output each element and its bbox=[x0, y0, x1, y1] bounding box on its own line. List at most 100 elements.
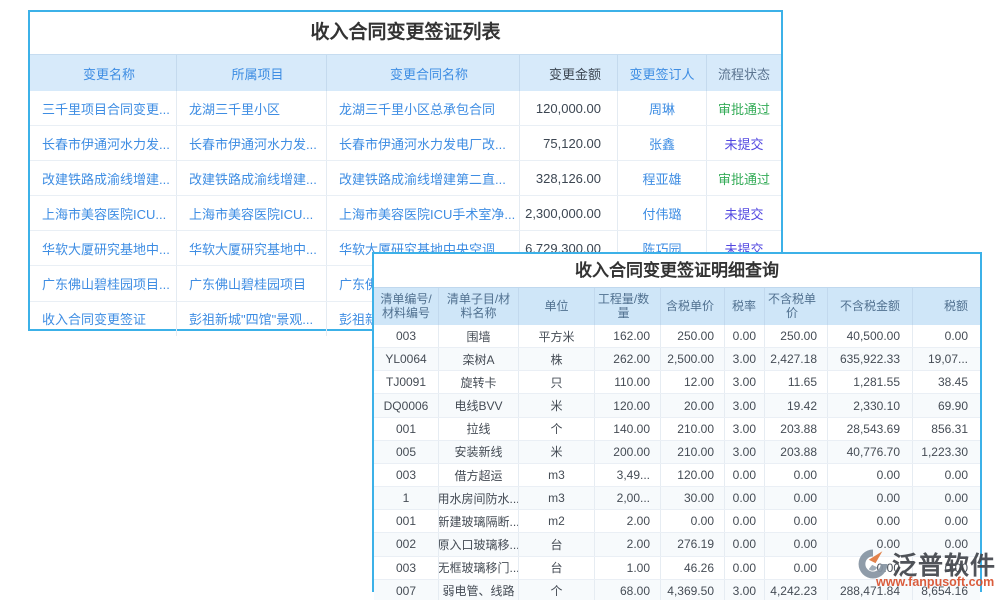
detail-table-row[interactable]: 003借方超运m33,49...120.000.000.000.000.00 bbox=[374, 463, 980, 486]
list-table-row[interactable]: 改建铁路成渝线增建...改建铁路成渝线增建...改建铁路成渝线增建第二直...3… bbox=[30, 160, 781, 195]
detail-cell: 3.00 bbox=[725, 371, 765, 393]
detail-table-row[interactable]: YL0064栾树A株262.002,500.003.002,427.18635,… bbox=[374, 347, 980, 370]
list-cell-project: 彭祖新城"四馆"景观... bbox=[177, 302, 327, 336]
detail-cell: 203.88 bbox=[765, 441, 828, 463]
detail-cell: 003 bbox=[374, 557, 439, 579]
detail-cell: 003 bbox=[374, 464, 439, 486]
detail-cell: 203.88 bbox=[765, 418, 828, 440]
detail-cell: 2.00 bbox=[595, 510, 661, 532]
list-cell-project: 龙湖三千里小区 bbox=[177, 91, 327, 125]
detail-cell: 200.00 bbox=[595, 441, 661, 463]
list-cell-contract: 上海市美容医院ICU手术室净... bbox=[327, 196, 520, 230]
detail-column-header: 不含税金额 bbox=[828, 288, 913, 325]
detail-table-row[interactable]: 005安装新线米200.00210.003.00203.8840,776.701… bbox=[374, 440, 980, 463]
detail-cell: 11.65 bbox=[765, 371, 828, 393]
list-cell-amount: 328,126.00 bbox=[520, 161, 618, 195]
list-column-header: 变更名称 bbox=[30, 55, 177, 91]
page: 收入合同变更签证列表 变更名称所属项目变更合同名称变更金额变更签订人流程状态 三… bbox=[0, 0, 1000, 600]
detail-cell: 20.00 bbox=[661, 394, 725, 416]
list-table-row[interactable]: 上海市美容医院ICU...上海市美容医院ICU...上海市美容医院ICU手术室净… bbox=[30, 195, 781, 230]
list-cell-status: 审批通过 bbox=[707, 161, 781, 195]
list-cell-signer: 周琳 bbox=[618, 91, 707, 125]
detail-cell: 2.00 bbox=[595, 533, 661, 555]
detail-table-row[interactable]: 1用水房间防水...m32,00...30.000.000.000.000.00 bbox=[374, 486, 980, 509]
detail-cell: 120.00 bbox=[661, 464, 725, 486]
list-table-row[interactable]: 长春市伊通河水力发...长春市伊通河水力发...长春市伊通河水力发电厂改...7… bbox=[30, 125, 781, 160]
detail-cell: 0.00 bbox=[913, 487, 980, 509]
detail-cell: 台 bbox=[519, 557, 595, 579]
detail-cell: 0.00 bbox=[828, 487, 913, 509]
detail-cell: m3 bbox=[519, 464, 595, 486]
list-column-header: 流程状态 bbox=[707, 55, 781, 91]
detail-cell: 003 bbox=[374, 325, 439, 347]
detail-cell: 007 bbox=[374, 580, 439, 600]
detail-cell: 002 bbox=[374, 533, 439, 555]
list-cell-name: 三千里项目合同变更... bbox=[30, 91, 177, 125]
detail-cell: 旋转卡 bbox=[439, 371, 519, 393]
detail-cell: 平方米 bbox=[519, 325, 595, 347]
list-cell-name: 上海市美容医院ICU... bbox=[30, 196, 177, 230]
detail-cell: 4,242.23 bbox=[765, 580, 828, 600]
detail-column-header: 不含税单价 bbox=[765, 288, 828, 325]
detail-cell: 3.00 bbox=[725, 580, 765, 600]
detail-cell: 电线BVV bbox=[439, 394, 519, 416]
detail-table-row[interactable]: TJ0091旋转卡只110.0012.003.0011.651,281.5538… bbox=[374, 370, 980, 393]
detail-table-row[interactable]: 003围墙平方米162.00250.000.00250.0040,500.000… bbox=[374, 325, 980, 347]
list-cell-status: 未提交 bbox=[707, 126, 781, 160]
detail-cell: 635,922.33 bbox=[828, 348, 913, 370]
list-table-row[interactable]: 三千里项目合同变更...龙湖三千里小区龙湖三千里小区总承包合同120,000.0… bbox=[30, 91, 781, 125]
detail-table-row[interactable]: 001新建玻璃隔断...m22.000.000.000.000.000.00 bbox=[374, 509, 980, 532]
detail-cell: 0.00 bbox=[725, 487, 765, 509]
detail-cell: 拉线 bbox=[439, 418, 519, 440]
detail-cell: 0.00 bbox=[765, 557, 828, 579]
list-cell-name: 长春市伊通河水力发... bbox=[30, 126, 177, 160]
detail-cell: 262.00 bbox=[595, 348, 661, 370]
detail-cell: 3.00 bbox=[725, 394, 765, 416]
list-cell-contract: 龙湖三千里小区总承包合同 bbox=[327, 91, 520, 125]
detail-cell: 栾树A bbox=[439, 348, 519, 370]
list-column-header: 变更金额 bbox=[520, 55, 618, 91]
list-table-header: 变更名称所属项目变更合同名称变更金额变更签订人流程状态 bbox=[30, 54, 781, 91]
detail-cell: 1,223.30 bbox=[913, 441, 980, 463]
detail-cell: 0.00 bbox=[661, 510, 725, 532]
detail-cell: m2 bbox=[519, 510, 595, 532]
list-cell-signer: 程亚雄 bbox=[618, 161, 707, 195]
list-column-header: 所属项目 bbox=[177, 55, 327, 91]
detail-column-header: 税额 bbox=[913, 288, 980, 325]
detail-cell: 2,00... bbox=[595, 487, 661, 509]
detail-cell: 40,776.70 bbox=[828, 441, 913, 463]
detail-cell: YL0064 bbox=[374, 348, 439, 370]
detail-cell: 米 bbox=[519, 394, 595, 416]
detail-cell: 210.00 bbox=[661, 418, 725, 440]
detail-cell: 2,427.18 bbox=[765, 348, 828, 370]
detail-window-title: 收入合同变更签证明细查询 bbox=[374, 254, 980, 287]
detail-table-row[interactable]: 001拉线个140.00210.003.00203.8828,543.69856… bbox=[374, 417, 980, 440]
detail-cell: 2,500.00 bbox=[661, 348, 725, 370]
detail-cell: 69.90 bbox=[913, 394, 980, 416]
detail-cell: 3.00 bbox=[725, 441, 765, 463]
list-column-header: 变更签订人 bbox=[618, 55, 707, 91]
detail-column-header: 清单子目/材料名称 bbox=[439, 288, 519, 325]
detail-cell: 个 bbox=[519, 418, 595, 440]
detail-cell: 120.00 bbox=[595, 394, 661, 416]
detail-cell: 110.00 bbox=[595, 371, 661, 393]
detail-cell: 4,369.50 bbox=[661, 580, 725, 600]
detail-cell: 只 bbox=[519, 371, 595, 393]
vendor-watermark: 泛普软件 www.fanpusoft.com bbox=[856, 546, 1000, 589]
detail-cell: 250.00 bbox=[765, 325, 828, 347]
detail-cell: 原入口玻璃移... bbox=[439, 533, 519, 555]
list-window-title: 收入合同变更签证列表 bbox=[30, 12, 781, 54]
detail-cell: 0.00 bbox=[765, 487, 828, 509]
detail-table-row[interactable]: DQ0006电线BVV米120.0020.003.0019.422,330.10… bbox=[374, 393, 980, 416]
detail-cell: 0.00 bbox=[725, 533, 765, 555]
detail-column-header: 清单编号/材料编号 bbox=[374, 288, 439, 325]
detail-cell: 米 bbox=[519, 441, 595, 463]
detail-cell: 0.00 bbox=[725, 325, 765, 347]
detail-cell: 0.00 bbox=[725, 510, 765, 532]
detail-cell: 0.00 bbox=[913, 325, 980, 347]
detail-cell: 140.00 bbox=[595, 418, 661, 440]
detail-cell: 1 bbox=[374, 487, 439, 509]
list-cell-signer: 付伟璐 bbox=[618, 196, 707, 230]
detail-cell: 30.00 bbox=[661, 487, 725, 509]
detail-cell: 2,330.10 bbox=[828, 394, 913, 416]
